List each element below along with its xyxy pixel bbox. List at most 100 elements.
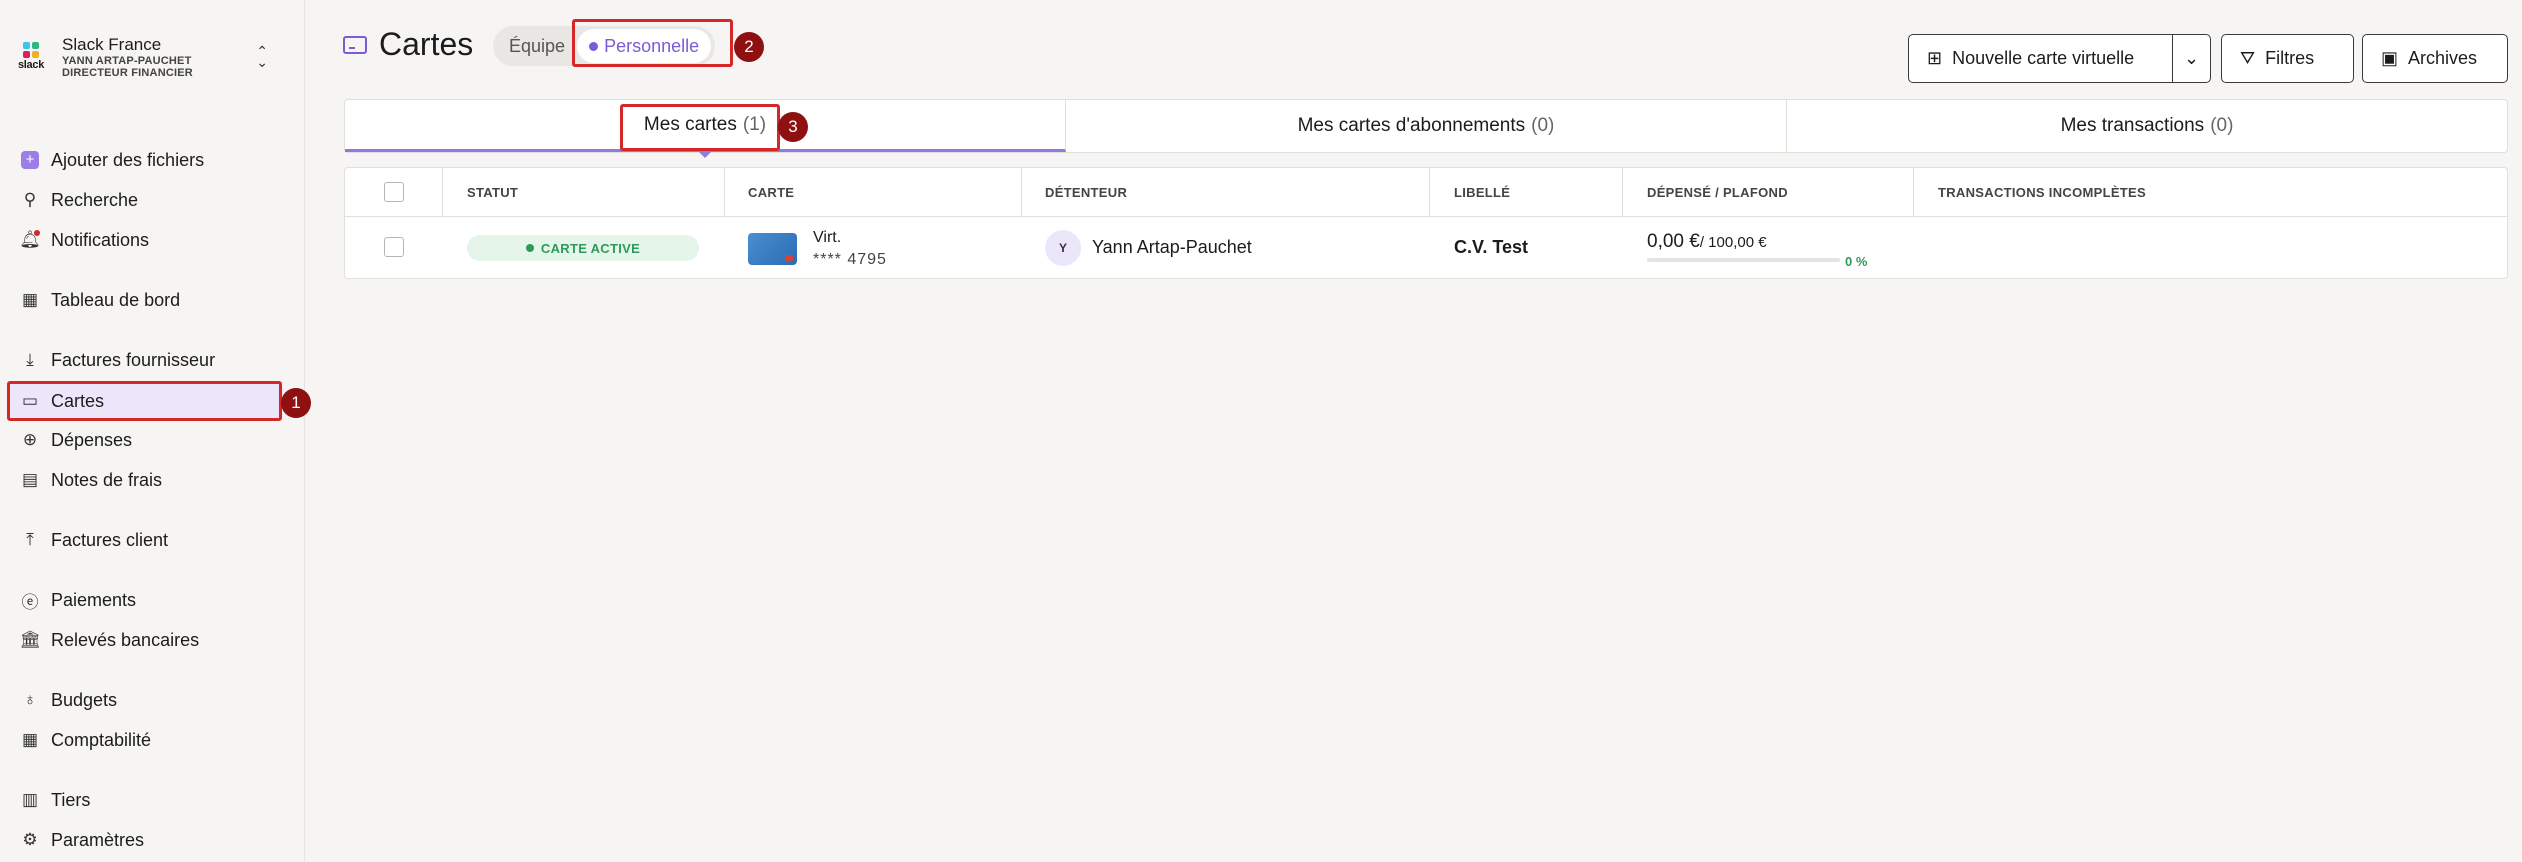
sidebar-item-label: Tiers (51, 789, 91, 810)
sidebar-item-depenses[interactable]: ⊕ Dépenses (8, 421, 283, 459)
column-header-depense-plafond[interactable]: DÉPENSÉ / PLAFOND (1647, 168, 1788, 217)
sidebar-item-label: Factures client (51, 529, 169, 550)
plus-square-icon: + (19, 149, 41, 171)
new-card-dropdown-button[interactable]: ⌄ (2172, 34, 2211, 83)
avatar: Y (1045, 230, 1081, 266)
sidebar-item-budgets[interactable]: ♁ Budgets (8, 681, 283, 719)
row-checkbox[interactable] (384, 237, 404, 257)
gear-icon: ⚙ (22, 830, 38, 849)
upload-icon: ⤒ (26, 530, 34, 549)
page-header: Cartes (343, 26, 473, 63)
search-icon: ⚲ (23, 190, 37, 209)
sidebar-item-notifications[interactable]: 🔔︎ Notifications (8, 221, 283, 259)
org-role: DIRECTEUR FINANCIER (62, 66, 193, 79)
cards-table: STATUT CARTE DÉTENTEUR LIBELLÉ DÉPENSÉ /… (344, 167, 2508, 279)
sidebar-item-label: Notes de frais (51, 469, 163, 490)
highlight-box-3 (620, 104, 780, 151)
column-header-carte[interactable]: CARTE (748, 168, 794, 217)
sidebar-item-factures-client[interactable]: ⤒ Factures client (8, 521, 283, 559)
sidebar-item-label: Recherche (51, 189, 139, 210)
buildings-icon: ▥ (21, 790, 39, 809)
filters-button[interactable]: ⛛ Filtres (2221, 34, 2354, 83)
sidebar-item-ajouter[interactable]: + Ajouter des fichiers (8, 141, 283, 179)
org-switcher[interactable]: slack Slack France YANN ARTAP-PAUCHET DI… (12, 35, 282, 96)
download-icon: ⤓ (26, 350, 34, 369)
highlight-box-2 (572, 19, 733, 67)
card-number: **** 4795 (813, 251, 887, 268)
archives-button[interactable]: ▣ Archives (2362, 34, 2508, 83)
spend-percent: 0 % (1845, 254, 1868, 269)
spent-amount: 0,00 €/ 100,00 € (1647, 231, 1767, 253)
column-divider (724, 168, 725, 217)
sidebar-item-label: Relevés bancaires (51, 629, 200, 650)
sidebar-item-factures-fournisseur[interactable]: ⤓ Factures fournisseur (8, 341, 283, 379)
receipt-icon: ▤ (21, 470, 39, 489)
archive-icon: ▣ (2381, 48, 2399, 68)
sidebar-item-label: Comptabilité (51, 729, 152, 750)
sidebar-item-tableau-de-bord[interactable]: ▦ Tableau de bord (8, 281, 283, 319)
column-header-statut[interactable]: STATUT (467, 168, 518, 217)
tab-mes-transactions[interactable]: Mes transactions (0) (1787, 100, 2507, 152)
calculator-icon: ▦ (21, 730, 39, 749)
org-user: YANN ARTAP-PAUCHET (62, 54, 192, 67)
moneybag-icon: ♁ (23, 690, 37, 709)
tab-count: (0) (2210, 115, 2234, 136)
bank-icon: 🏛︎ (19, 630, 41, 649)
column-divider (1021, 168, 1022, 217)
filters-label: Filtres (2265, 48, 2315, 68)
tab-mes-cartes-abonnements[interactable]: Mes cartes d'abonnements (0) (1066, 100, 1787, 152)
sidebar-item-comptabilite[interactable]: ▦ Comptabilité (8, 721, 283, 759)
slack-logo: slack (12, 42, 50, 80)
archives-label: Archives (2408, 48, 2478, 68)
sidebar-item-paiements[interactable]: ⓔ Paiements (8, 581, 283, 619)
chevron-down-icon: ⌄ (2183, 48, 2200, 68)
tab-label: Mes cartes d'abonnements (1297, 115, 1526, 136)
table-row[interactable]: CARTE ACTIVE Virt. **** 4795 Y Yann Arta… (345, 217, 2507, 278)
select-all-checkbox[interactable] (384, 182, 404, 202)
spend-progress-bar (1647, 258, 1840, 262)
annotation-badge-3: 3 (778, 112, 808, 142)
filter-icon: ⛛ (2240, 48, 2256, 68)
org-name: Slack France (62, 35, 162, 54)
sidebar: slack Slack France YANN ARTAP-PAUCHET DI… (0, 0, 305, 862)
column-divider (1429, 168, 1430, 217)
sidebar-item-label: Budgets (51, 689, 118, 710)
new-card-label: Nouvelle carte virtuelle (1952, 48, 2135, 68)
sidebar-item-label: Notifications (51, 229, 150, 250)
sidebar-item-releves-bancaires[interactable]: 🏛︎ Relevés bancaires (8, 621, 283, 659)
segment-equipe[interactable]: Équipe (497, 29, 577, 63)
euro-icon: ⓔ (21, 592, 39, 612)
card-type: Virt. (813, 229, 842, 246)
column-header-detenteur[interactable]: DÉTENTEUR (1045, 168, 1127, 217)
bell-icon: 🔔︎ (19, 230, 41, 249)
tab-count: (0) (1531, 115, 1555, 136)
holder-name: Yann Artap-Pauchet (1092, 237, 1252, 257)
sidebar-item-parametres[interactable]: ⚙ Paramètres (8, 821, 283, 859)
highlight-box-1 (7, 381, 282, 421)
sidebar-item-recherche[interactable]: ⚲ Recherche (8, 181, 283, 219)
page-title: Cartes (379, 26, 474, 62)
sidebar-item-label: Paramètres (51, 829, 145, 850)
sidebar-item-label: Paiements (51, 589, 137, 610)
add-card-icon: ⊞ (1927, 48, 1943, 68)
plus-circle-icon: ⊕ (22, 430, 38, 449)
annotation-badge-1: 1 (281, 388, 311, 418)
new-virtual-card-button[interactable]: ⊞ Nouvelle carte virtuelle (1908, 34, 2173, 83)
sidebar-item-tiers[interactable]: ▥ Tiers (8, 781, 283, 819)
column-header-libelle[interactable]: LIBELLÉ (1454, 168, 1510, 217)
sidebar-item-label: Ajouter des fichiers (51, 149, 205, 170)
sidebar-item-label: Factures fournisseur (51, 349, 216, 370)
status-badge: CARTE ACTIVE (467, 235, 699, 261)
annotation-badge-2: 2 (734, 32, 764, 62)
column-divider (1622, 168, 1623, 217)
spent-value: 0,00 € (1647, 231, 1700, 252)
table-header: STATUT CARTE DÉTENTEUR LIBELLÉ DÉPENSÉ /… (345, 168, 2507, 217)
tab-label: Mes transactions (2060, 115, 2205, 136)
card-icon (343, 35, 367, 54)
chevron-updown-icon[interactable]: ⌃ ⌄ (256, 44, 268, 69)
limit-value: / 100,00 € (1699, 234, 1767, 251)
dashboard-icon: ▦ (21, 290, 39, 309)
sidebar-item-label: Dépenses (51, 429, 133, 450)
sidebar-item-notes-de-frais[interactable]: ▤ Notes de frais (8, 461, 283, 499)
column-header-transactions-incompletes[interactable]: TRANSACTIONS INCOMPLÈTES (1938, 168, 2146, 217)
